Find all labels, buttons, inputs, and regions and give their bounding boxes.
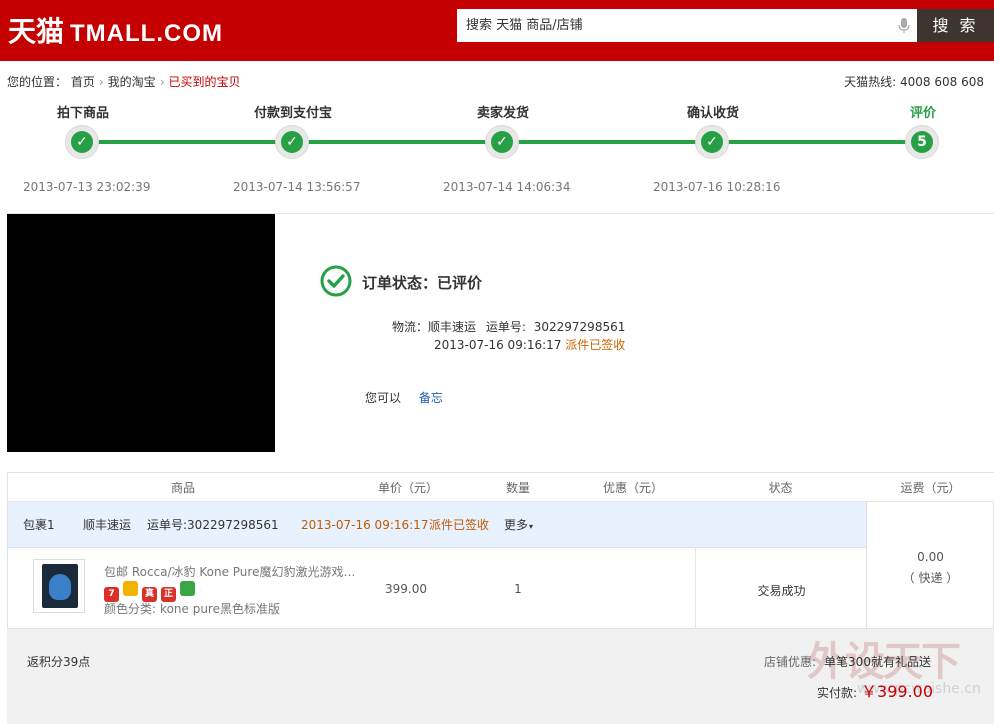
microphone-icon[interactable] (898, 18, 910, 34)
check-icon: ✓ (491, 131, 513, 153)
step-3: 卖家发货 ✓ (433, 100, 573, 159)
order-status-block: 订单状态：已评价 物流：顺丰速运 运单号: 302297298561 2013-… (7, 213, 994, 452)
table-header: 商品 单价（元） 数量 优惠（元） 状态 运费（元） (8, 473, 994, 502)
order-status-title: 订单状态：已评价 (362, 274, 483, 292)
step-time: 2013-07-14 13:56:57 (233, 180, 361, 194)
actions-label: 您可以 (365, 391, 402, 405)
package-tracking: 运单号:302297298561 (147, 518, 279, 532)
breadcrumb-home[interactable]: 首页 (71, 75, 95, 89)
logistics-info: 物流：顺丰速运 运单号: 302297298561 (392, 318, 625, 335)
step-circle: ✓ (275, 125, 309, 159)
product-thumbnail[interactable] (33, 559, 85, 613)
table-row: 包邮 Rocca/冰豹 Kone Pure魔幻豹激光游戏… 7真正 颜色分类: k… (8, 548, 866, 628)
col-status: 状态 (768, 481, 793, 495)
step-time: 2013-07-14 14:06:34 (443, 180, 571, 194)
tmall-logo[interactable]: 天猫 TMALL.COM (8, 10, 223, 50)
mouse-icon (49, 574, 71, 600)
freight-type: （ 快递 ） (902, 571, 959, 585)
shop-promo-value: 单笔300就有礼品送 (824, 655, 931, 669)
trade-status: 交易成功 (757, 584, 806, 598)
actions-line: 您可以 备忘 (365, 389, 443, 406)
paid-value: ￥399.00 (861, 682, 934, 701)
logo-cn: 天猫 (8, 16, 65, 47)
col-price: 单价（元） (377, 481, 438, 495)
memo-link[interactable]: 备忘 (419, 391, 443, 405)
step-5: 评价 5 (853, 100, 993, 159)
step-2: 付款到支付宝 ✓ (223, 100, 363, 159)
check-icon: ✓ (701, 131, 723, 153)
paid-amount: 实付款: ￥399.00 (817, 678, 933, 702)
step-label: 付款到支付宝 (253, 106, 332, 121)
guarantee-icon[interactable] (123, 581, 138, 596)
package-carrier: 顺丰速运 (83, 518, 132, 532)
step-circle: ✓ (695, 125, 729, 159)
step-circle: ✓ (65, 125, 99, 159)
step-label: 评价 (909, 106, 936, 121)
freight-cell: 0.00 （ 快递 ） (866, 502, 993, 628)
col-product: 商品 (170, 481, 195, 495)
sign-status: 派件已签收 (565, 338, 626, 352)
col-discount: 优惠（元） (602, 481, 663, 495)
carrier-name: 顺丰速运 (428, 320, 477, 334)
chevron-right-icon: › (98, 75, 104, 89)
chevron-right-icon: › (159, 75, 165, 89)
step-label: 确认收货 (686, 106, 739, 121)
step-number-icon: 5 (911, 131, 933, 153)
breadcrumb-current: 已买到的宝贝 (168, 75, 241, 89)
caret-down-icon: ▾ (529, 522, 534, 531)
package-more-link[interactable]: 更多▾ (504, 502, 533, 550)
order-progress: 拍下商品 ✓ 付款到支付宝 ✓ 卖家发货 ✓ 确认收货 ✓ 评价 5 2013-… (0, 100, 994, 200)
search-box (457, 9, 917, 42)
col-freight: 运费（元） (900, 481, 961, 495)
shop-promo-label: 店铺优惠: (764, 655, 817, 669)
sign-time: 2013-07-16 09:16:17 (434, 338, 562, 352)
status-cell: 交易成功 (695, 548, 866, 628)
order-summary: 外设天下 www.pcwaishe.cn 返积分39点 店铺优惠: 单笔300就有… (7, 629, 994, 724)
product-price: 399.00 (385, 582, 427, 596)
check-icon: ✓ (281, 131, 303, 153)
order-table: 商品 单价（元） 数量 优惠（元） 状态 运费（元） 包裹1 顺丰速运 运单号:… (7, 472, 994, 629)
step-4: 确认收货 ✓ (643, 100, 783, 159)
search-button[interactable]: 搜 索 (917, 9, 994, 42)
service-icon[interactable] (180, 581, 195, 596)
package-time: 2013-07-16 09:16:17 (301, 518, 429, 532)
step-label: 卖家发货 (476, 106, 529, 121)
top-header: 天猫 TMALL.COM 搜 索 (0, 0, 994, 61)
more-label: 更多 (504, 518, 529, 532)
redacted-image (7, 214, 275, 452)
package-name: 包裹1 (23, 518, 55, 532)
logo-en: TMALL.COM (70, 20, 223, 47)
product-title-link[interactable]: 包邮 Rocca/冰豹 Kone Pure魔幻豹激光游戏… (104, 563, 354, 580)
search-input[interactable] (458, 10, 888, 41)
step-label: 拍下商品 (56, 106, 109, 121)
tracking-number: 302297298561 (533, 320, 626, 334)
package-row: 包裹1 顺丰速运 运单号:302297298561 2013-07-16 09:… (8, 502, 866, 548)
step-time: 2013-07-16 10:28:16 (653, 180, 781, 194)
package-status: 派件已签收 (429, 518, 490, 532)
col-qty: 数量 (505, 481, 530, 495)
tracking-label: 运单号: (485, 320, 526, 334)
sku-label: 颜色分类: (104, 602, 157, 616)
step-circle: 5 (905, 125, 939, 159)
paid-label: 实付款: (817, 686, 858, 700)
shop-promo: 店铺优惠: 单笔300就有礼品送 (764, 653, 931, 670)
breadcrumb-my-taobao[interactable]: 我的淘宝 (108, 75, 156, 89)
hotline-text: 天猫热线: 4008 608 608 (844, 75, 984, 89)
freight-amount: 0.00 (917, 550, 944, 564)
logistics-latest: 2013-07-16 09:16:17 派件已签收 (434, 336, 625, 353)
product-sku: 颜色分类: kone pure黑色标准版 (104, 600, 280, 617)
logistics-label: 物流： (392, 320, 429, 334)
points-text: 返积分39点 (27, 655, 91, 669)
check-circle-icon (320, 265, 352, 297)
sku-value: kone pure黑色标准版 (160, 602, 280, 616)
check-icon: ✓ (71, 131, 93, 153)
step-1: 拍下商品 ✓ (13, 100, 153, 159)
breadcrumb-prefix: 您的位置： (7, 75, 68, 89)
step-circle: ✓ (485, 125, 519, 159)
step-time: 2013-07-13 23:02:39 (23, 180, 151, 194)
product-qty: 1 (514, 582, 522, 596)
breadcrumb: 您的位置： 首页 › 我的淘宝 › 已买到的宝贝 (7, 73, 241, 90)
service-badges: 7真正 (104, 581, 199, 602)
